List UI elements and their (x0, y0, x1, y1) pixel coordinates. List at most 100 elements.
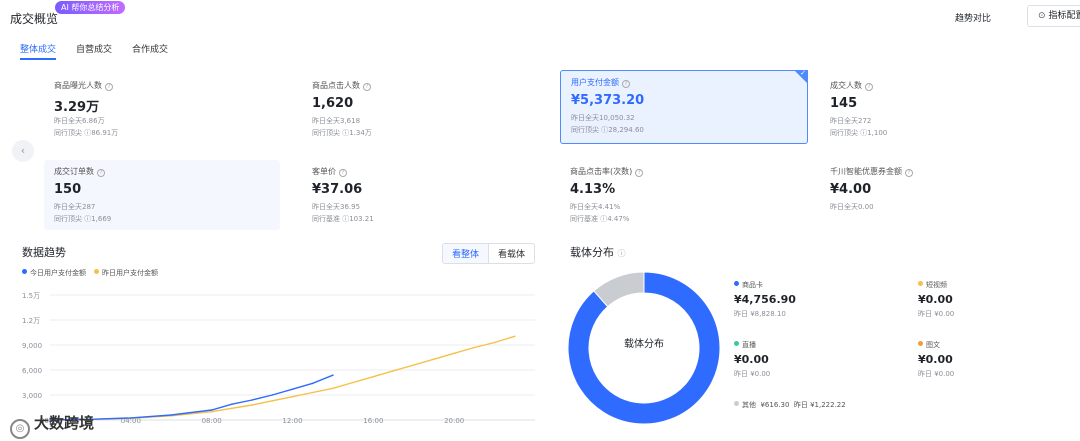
metric-config-button[interactable]: ⊙指标配置 (1027, 5, 1080, 27)
carrier-name: 短视频 (926, 281, 947, 289)
brand-logo: ◎ 大数跨境 (10, 412, 94, 439)
metric-value: 4.13% (570, 182, 616, 197)
metric-yesterday: 昨日全天10,050.32 (571, 114, 635, 122)
metric-label: 商品点击率(次数) (570, 167, 633, 176)
carrier-item-image-text: 图文 ¥0.00 昨日 ¥0.00 (918, 340, 954, 379)
carrier-yesterday: 昨日 ¥8,828.10 (734, 310, 786, 318)
data-point (433, 358, 435, 360)
view-overall-button[interactable]: 看整体 (443, 244, 490, 263)
metric-yesterday: 昨日全天0.00 (830, 203, 874, 211)
data-point (493, 341, 496, 344)
metric-card-clicks[interactable]: 商品点击人数? 1,620 昨日全天3,618 同行顶尖 ⓘ1.34万 (302, 74, 538, 144)
data-point (372, 375, 375, 378)
metric-yesterday: 昨日全天4.41% (570, 203, 621, 211)
metric-peer: 同行基准 ⓘ4.47% (570, 215, 630, 223)
metric-value: 3.29万 (54, 100, 100, 115)
carrier-amount: ¥0.00 (918, 353, 953, 366)
metric-yesterday: 昨日全天272 (830, 117, 872, 125)
data-point (473, 346, 476, 349)
chevron-left-icon: ‹ (20, 144, 26, 157)
metric-card-orders[interactable]: 成交订单数? 150 昨日全天287 同行顶尖 ⓘ1,669 (44, 160, 280, 230)
data-point (291, 388, 294, 390)
data-point (130, 417, 132, 419)
ai-summary-tag[interactable]: AI 帮你总结分析 (55, 1, 126, 14)
legend-dot (918, 281, 923, 286)
metric-config-label: 指标配置 (1048, 11, 1080, 21)
carrier-name: 直播 (742, 341, 756, 349)
legend-dot (94, 269, 99, 274)
data-point (332, 374, 334, 377)
metric-card-coupon[interactable]: 千川智能优惠券金额? ¥4.00 昨日全天0.00 (820, 160, 1056, 230)
metric-yesterday: 昨日全天3,618 (312, 117, 361, 125)
y-tick-label: 1.2万 (22, 317, 40, 325)
carrier-yesterday: 昨日 ¥0.00 (918, 370, 955, 378)
x-tick-label: 08:00 (202, 417, 222, 425)
carrier-name: 商品卡 (742, 281, 763, 289)
metric-card-exposure[interactable]: 商品曝光人数? 3.29万 昨日全天6.86万 同行顶尖 ⓘ86.91万 (44, 74, 280, 144)
data-point (271, 394, 274, 396)
data-point (311, 382, 314, 385)
carrier-item-short-video: 短视频 ¥0.00 昨日 ¥0.00 (918, 280, 954, 319)
help-icon[interactable]: ? (339, 169, 347, 177)
legend-item-today[interactable]: 今日用户支付金额 (22, 268, 86, 278)
tab-overall[interactable]: 整体成交 (20, 42, 57, 60)
metric-value: 1,620 (312, 96, 354, 111)
metric-card-ctr[interactable]: 商品点击率(次数)? 4.13% 昨日全天4.41% 同行基准 ⓘ4.47% (560, 160, 796, 230)
carrier-title-text: 载体分布 (570, 246, 614, 259)
metric-label: 客单价 (312, 167, 336, 176)
metric-peer: 同行顶尖 ⓘ28,294.60 (571, 126, 644, 134)
metric-peer: 同行顶尖 ⓘ1,669 (54, 215, 112, 223)
carrier-item-live: 直播 ¥0.00 昨日 ¥0.00 (734, 340, 770, 379)
y-tick-label: 3,000 (22, 392, 42, 400)
tab-cooperation[interactable]: 合作成交 (132, 42, 168, 60)
data-point (291, 395, 294, 398)
settings-icon: ⊙ (1038, 11, 1046, 21)
channel-tabs: 整体成交 自营成交 合作成交 (20, 42, 168, 60)
carrier-yesterday: 昨日 ¥1,222.22 (793, 401, 846, 409)
help-icon[interactable]: ? (635, 169, 644, 177)
carrier-yesterday: 昨日 ¥0.00 (918, 310, 955, 318)
tab-self-operated[interactable]: 自营成交 (76, 42, 112, 60)
legend-item-yesterday[interactable]: 昨日用户支付金额 (94, 268, 158, 278)
help-icon[interactable]: ? (905, 169, 913, 177)
data-point (251, 404, 253, 406)
help-icon[interactable]: ⓘ (618, 249, 626, 258)
data-point (210, 410, 213, 413)
carrier-name: 图文 (926, 341, 940, 349)
data-point (231, 403, 233, 405)
trend-line-chart[interactable]: 3,0006,0009,0001.2万1.5万00:00 04:00 08:00 12… (0, 280, 545, 430)
x-tick-label: 20:00 (444, 417, 464, 425)
data-point (311, 391, 314, 394)
metric-value: 150 (54, 182, 82, 197)
x-tick-label: 12:00 (282, 417, 302, 425)
data-point (210, 409, 213, 411)
trend-title: 数据趋势 (22, 246, 66, 259)
data-point (412, 364, 415, 366)
data-point (271, 400, 274, 402)
help-icon[interactable]: ? (105, 83, 113, 91)
metric-peer: 同行基准 ⓘ103.21 (312, 215, 374, 223)
scroll-left-button[interactable]: ‹ (12, 140, 34, 162)
metric-card-avg-price[interactable]: 客单价? ¥37.06 昨日全天36.95 同行基准 ⓘ103.21 (302, 160, 538, 230)
trend-compare-toggle[interactable]: 趋势对比 (955, 11, 991, 24)
carrier-amount: ¥4,756.90 (734, 293, 796, 306)
carrier-name: 其他 (742, 401, 756, 409)
view-carrier-button[interactable]: 看载体 (489, 244, 534, 263)
metric-card-buyers[interactable]: 成交人数? 145 昨日全天272 同行顶尖 ⓘ1,100 (820, 74, 1056, 144)
help-icon[interactable]: ? (97, 169, 105, 177)
legend-dot (734, 341, 739, 346)
y-tick-label: 1.5万 (22, 292, 40, 300)
carrier-yesterday: 昨日 ¥0.00 (734, 370, 771, 378)
metric-yesterday: 昨日全天287 (54, 203, 96, 211)
metric-value: ¥37.06 (312, 182, 363, 197)
data-point (251, 399, 253, 401)
help-icon[interactable]: ? (363, 83, 371, 91)
help-icon[interactable]: ? (865, 83, 873, 91)
y-tick-label: 9,000 (22, 342, 42, 350)
metric-card-payment-amount[interactable]: ✓ 用户支付金额? ¥5,373.20 昨日全天10,050.32 同行顶尖 ⓘ… (560, 69, 808, 144)
help-icon[interactable]: ? (622, 80, 630, 88)
transaction-overview-panel: 成交概览 AI 帮你总结分析 趋势对比 ⊙指标配置 整体成交 自营成交 合作成交… (0, 0, 1080, 441)
metric-label: 成交订单数 (54, 167, 94, 176)
data-point (231, 407, 233, 410)
trend-legend: 今日用户支付金额 昨日用户支付金额 (22, 268, 158, 278)
